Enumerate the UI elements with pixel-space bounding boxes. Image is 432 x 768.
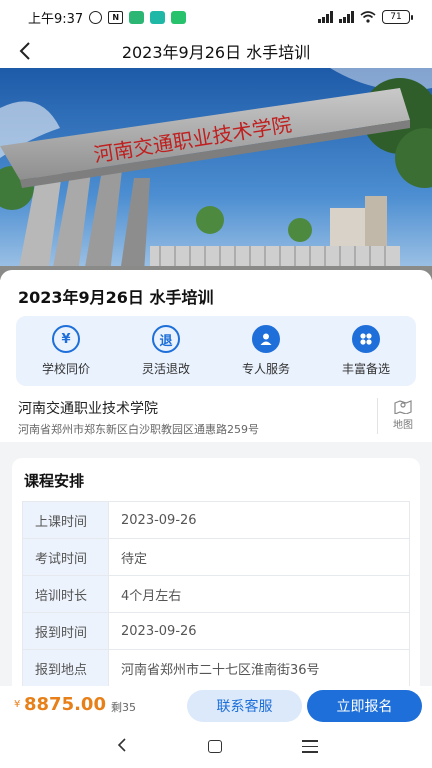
school-address: 河南省郑州市郑东新区白沙职教园区通惠路259号 bbox=[18, 423, 259, 436]
course-info-card: 2023年9月26日 水手培训 ¥ 学校同价 退 灵活退改 专人服务 丰富备选 … bbox=[0, 270, 432, 442]
back-button[interactable] bbox=[12, 38, 38, 64]
price: 8875.00 bbox=[24, 694, 106, 715]
battery-icon: 71 bbox=[382, 10, 413, 24]
map-button[interactable]: 地图 bbox=[386, 398, 420, 434]
alarm-icon bbox=[89, 10, 103, 24]
row-label: 培训时长 bbox=[22, 575, 109, 613]
table-row: 上课时间 2023-09-26 bbox=[22, 501, 410, 539]
top-nav-bar: 2023年9月26日 水手培训 bbox=[0, 34, 432, 68]
feature-label: 丰富备选 bbox=[341, 362, 390, 376]
signup-button[interactable]: 立即报名 bbox=[307, 690, 422, 722]
system-nav-bar bbox=[0, 728, 432, 768]
status-time: 上午9:37 bbox=[28, 11, 84, 27]
feature-label: 学校同价 bbox=[41, 362, 90, 376]
row-label: 报到地点 bbox=[22, 649, 109, 687]
row-label: 报到时间 bbox=[22, 612, 109, 650]
row-label: 考试时间 bbox=[22, 538, 109, 576]
school-gate-photo: 河南交通职业技术学院 bbox=[0, 68, 432, 280]
remaining-count: 剩35 bbox=[111, 701, 136, 714]
schedule-title: 课程安排 bbox=[24, 472, 85, 490]
course-title: 2023年9月26日 水手培训 bbox=[18, 288, 214, 307]
row-label: 上课时间 bbox=[22, 501, 109, 539]
chevron-left-icon bbox=[19, 42, 30, 60]
map-label: 地图 bbox=[393, 420, 413, 431]
nfc-icon: N bbox=[108, 10, 124, 24]
system-home-button[interactable] bbox=[208, 740, 222, 753]
signal-icon bbox=[339, 11, 354, 23]
schedule-card: 课程安排 上课时间 2023-09-26 考试时间 待定 培训时长 4个月左右 … bbox=[12, 458, 420, 698]
feature-rich-options: 丰富备选 bbox=[316, 316, 416, 386]
status-right: 71 bbox=[318, 10, 413, 24]
status-left: 上午9:37 N bbox=[28, 8, 187, 27]
app-notification-icon bbox=[150, 10, 166, 24]
divider bbox=[377, 398, 378, 434]
row-value: 4个月左右 bbox=[108, 575, 410, 613]
refund-icon: 退 bbox=[152, 325, 180, 353]
schedule-table: 上课时间 2023-09-26 考试时间 待定 培训时长 4个月左右 报到时间 … bbox=[22, 501, 410, 687]
person-icon bbox=[252, 325, 280, 353]
signal-icon bbox=[318, 11, 333, 23]
feature-dedicated-service: 专人服务 bbox=[216, 316, 316, 386]
feature-flexible-refund: 退 灵活退改 bbox=[116, 316, 216, 386]
feature-label: 专人服务 bbox=[241, 362, 290, 376]
row-value: 2023-09-26 bbox=[108, 612, 410, 650]
table-row: 报到时间 2023-09-26 bbox=[22, 612, 410, 650]
school-name: 河南交通职业技术学院 bbox=[18, 401, 158, 417]
status-bar: 上午9:37 N 71 bbox=[0, 0, 432, 34]
wifi-icon bbox=[360, 11, 376, 23]
feature-strip: ¥ 学校同价 退 灵活退改 专人服务 丰富备选 bbox=[16, 316, 416, 386]
app-notification-icon bbox=[129, 10, 145, 24]
hero-image: 河南交通职业技术学院 bbox=[0, 68, 432, 280]
system-back-button[interactable] bbox=[112, 736, 132, 758]
table-row: 考试时间 待定 bbox=[22, 538, 410, 576]
feature-label: 灵活退改 bbox=[141, 362, 190, 376]
bottom-action-bar: ¥ 8875.00 剩35 联系客服 立即报名 bbox=[0, 686, 432, 728]
currency-symbol: ¥ bbox=[14, 699, 21, 710]
row-value: 河南省郑州市二十七区淮南街36号 bbox=[108, 649, 410, 687]
map-icon bbox=[394, 400, 412, 414]
table-row: 报到地点 河南省郑州市二十七区淮南街36号 bbox=[22, 649, 410, 687]
row-value: 2023-09-26 bbox=[108, 501, 410, 539]
table-row: 培训时长 4个月左右 bbox=[22, 575, 410, 613]
contact-service-button[interactable]: 联系客服 bbox=[187, 690, 302, 722]
feature-same-price: ¥ 学校同价 bbox=[16, 316, 116, 386]
row-value: 待定 bbox=[108, 538, 410, 576]
chevron-left-icon bbox=[117, 738, 126, 752]
grid-icon bbox=[352, 325, 380, 353]
system-recents-button[interactable] bbox=[302, 740, 318, 753]
page-title: 2023年9月26日 水手培训 bbox=[121, 43, 311, 62]
yuan-icon: ¥ bbox=[52, 325, 80, 353]
app-notification-icon bbox=[171, 10, 187, 24]
